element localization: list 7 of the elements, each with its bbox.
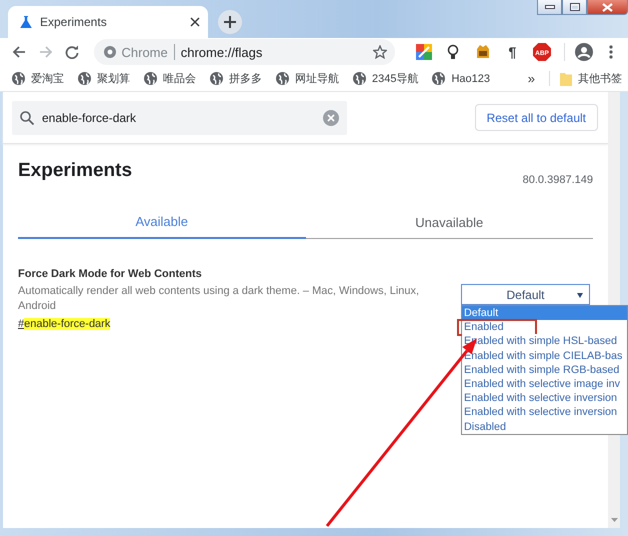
url-text: chrome://flags (180, 44, 264, 60)
page-title: Experiments (18, 160, 132, 182)
site-label: Chrome (122, 44, 168, 60)
tab-title: Experiments (40, 15, 108, 29)
version-label: 80.0.3987.149 (522, 174, 593, 186)
flag-description: Automatically render all web contents using a dark theme. – Mac, Windows, Linux, Android (18, 284, 420, 314)
flag-name: Force Dark Mode for Web Contents (18, 268, 203, 280)
